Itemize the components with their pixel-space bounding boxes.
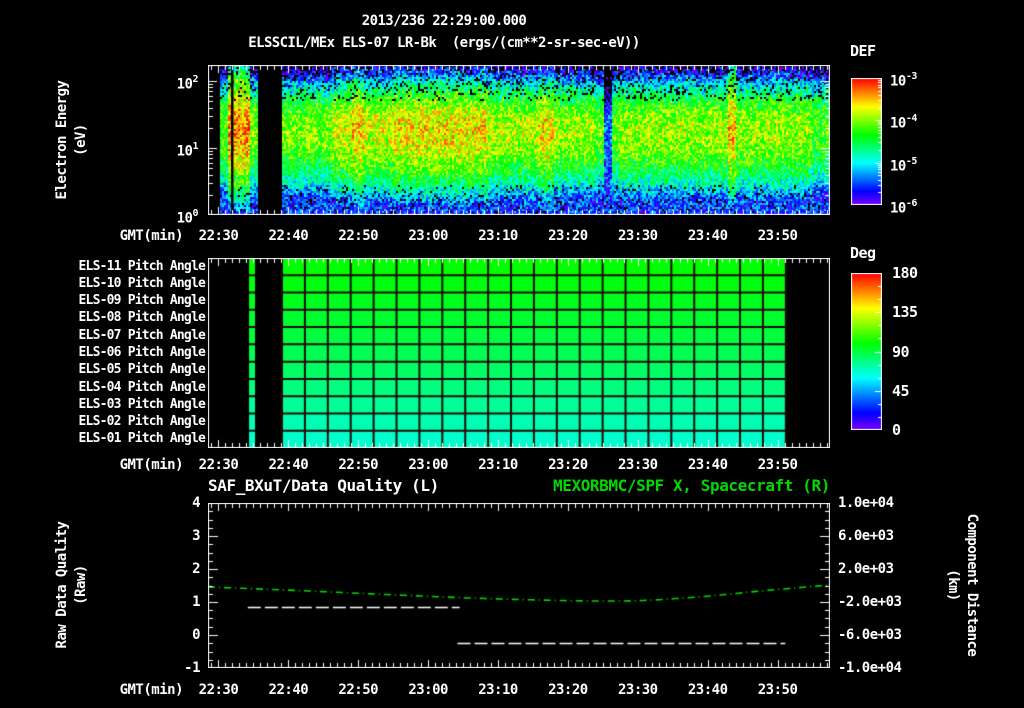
time-tick-label: 22:40: [268, 457, 309, 473]
time-tick-label: 23:50: [757, 228, 798, 244]
gmt-axis-label-top: GMT(min): [119, 228, 184, 244]
distance-series-title: MEXORBMC/SPF X, Spacecraft (R): [553, 476, 830, 495]
quality-tick-label: 4: [192, 495, 200, 511]
time-tick-label: 23:00: [408, 682, 448, 698]
def-colorbar: [851, 78, 882, 205]
time-tick-label: 23:10: [478, 228, 518, 244]
quality-tick-label: 1: [192, 594, 200, 610]
electron-energy-spectrogram: [208, 65, 830, 215]
pitch-row-label: ELS-04 Pitch Angle: [78, 379, 206, 395]
time-tick-label: 23:30: [617, 457, 658, 473]
component-distance-axis-label-line2: (km): [945, 569, 961, 601]
raw-data-quality-axis-label: Raw Data Quality (Raw): [53, 425, 91, 708]
distance-tick-label: -6.0e+03: [838, 627, 902, 643]
quality-tick-label: 0: [192, 627, 200, 643]
electron-energy-axis-label-line2: (eV): [73, 124, 89, 156]
pitch-row-label: ELS-06 Pitch Angle: [78, 345, 206, 360]
component-distance-axis-label-line1: Component Distance: [964, 513, 980, 657]
time-tick-label: 23:40: [687, 682, 728, 698]
els-spectrogram-page: 2013/236 22:29:00.000 ELSSCIL/MEx ELS-07…: [0, 0, 1024, 708]
time-tick-label: 22:40: [268, 228, 309, 244]
time-tick-label: 23:50: [757, 457, 798, 473]
time-tick-label: 23:00: [408, 457, 448, 473]
pitch-row-label: ELS-03 Pitch Angle: [78, 396, 206, 412]
quality-distance-plot: [208, 503, 830, 668]
distance-tick-label: -2.0e+03: [838, 594, 902, 610]
time-tick-label: 22:40: [268, 682, 309, 698]
time-tick-label: 22:50: [338, 457, 379, 473]
time-tick-label: 22:30: [198, 682, 239, 698]
deg-colorbar: [851, 273, 882, 430]
time-tick-label: 23:50: [757, 682, 798, 698]
deg-tick-label: 45: [892, 381, 910, 400]
time-tick-label: 23:00: [408, 228, 448, 244]
gmt-axis-label-bottom: GMT(min): [119, 682, 184, 698]
quality-tick-label: 3: [192, 528, 200, 544]
distance-tick-label: 6.0e+03: [838, 528, 894, 544]
deg-tick-label: 90: [892, 342, 910, 361]
energy-tick-label: 102: [176, 73, 199, 93]
time-tick-label: 23:30: [617, 228, 658, 244]
deg-tick-label: 135: [892, 303, 918, 322]
distance-tick-label: -1.0e+04: [838, 660, 902, 676]
time-tick-label: 23:20: [548, 457, 588, 473]
deg-colorbar-title: Deg: [850, 244, 876, 262]
quality-tick-label: 2: [192, 561, 200, 577]
pitch-row-label: ELS-05 Pitch Angle: [78, 362, 206, 378]
time-tick-label: 23:20: [548, 682, 588, 698]
distance-tick-label: 2.0e+03: [838, 561, 894, 577]
def-tick-label: 10-3: [890, 71, 917, 90]
time-tick-label: 22:30: [198, 228, 239, 244]
time-tick-label: 23:30: [617, 682, 658, 698]
quality-series-title: SAF_BXuT/Data Quality (L): [208, 476, 439, 495]
raw-data-quality-axis-label-line1: Raw Data Quality: [54, 521, 70, 649]
def-tick-label: 10-6: [890, 198, 917, 217]
electron-energy-axis-label: Electron Energy (eV): [53, 0, 91, 300]
gmt-axis-label-middle: GMT(min): [119, 457, 184, 473]
energy-tick-label: 101: [176, 140, 199, 160]
component-distance-axis-label: Component Distance (km): [943, 425, 981, 708]
time-tick-label: 22:50: [338, 228, 379, 244]
pitch-row-label: ELS-07 Pitch Angle: [78, 327, 206, 343]
time-tick-label: 23:10: [478, 457, 518, 473]
page-title: 2013/236 22:29:00.000: [361, 13, 527, 29]
time-tick-label: 23:40: [687, 457, 728, 473]
deg-tick-label: 180: [892, 264, 918, 282]
time-tick-label: 22:50: [338, 682, 379, 698]
def-tick-label: 10-5: [890, 155, 917, 175]
raw-data-quality-axis-label-line2: (Raw): [73, 565, 89, 605]
energy-tick-label: 100: [176, 208, 199, 227]
def-tick-label: 10-4: [890, 113, 917, 132]
time-tick-label: 23:20: [548, 228, 588, 244]
quality-tick-label: -1: [184, 660, 200, 676]
pitch-row-label: ELS-08 Pitch Angle: [78, 310, 206, 326]
distance-tick-label: 1.0e+04: [838, 495, 894, 511]
electron-energy-axis-label-line1: Electron Energy: [54, 80, 70, 200]
def-colorbar-title: DEF: [850, 42, 876, 60]
time-tick-label: 22:30: [198, 457, 239, 473]
pitch-angle-heatmap: [208, 258, 830, 448]
time-tick-label: 23:10: [478, 682, 518, 698]
time-tick-label: 23:40: [687, 228, 728, 244]
page-subtitle: ELSSCIL/MEx ELS-07 LR-Bk (ergs/(cm**2-sr…: [248, 35, 640, 51]
